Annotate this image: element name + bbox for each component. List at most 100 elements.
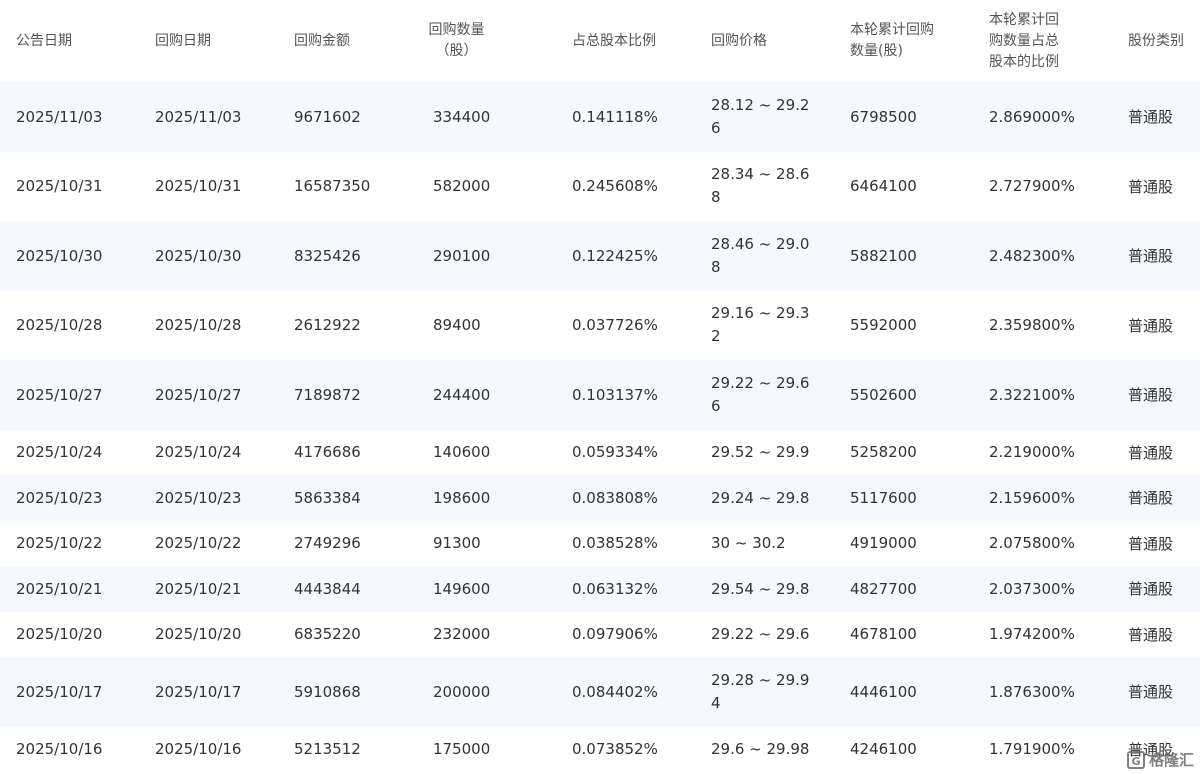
watermark-logo-icon: G xyxy=(1126,750,1145,769)
cell-share-type: 普通股 xyxy=(1128,683,1174,702)
col-header-price[interactable]: 回购价格 xyxy=(695,0,834,82)
cell-cumulative-qty: 4246100 xyxy=(850,740,917,759)
cell-quantity: 244400 xyxy=(433,385,491,404)
cell-announce-date: 2025/10/24 xyxy=(16,443,103,462)
cell-amount: 7189872 xyxy=(294,385,361,404)
cell-amount: 4443844 xyxy=(294,579,361,598)
cell-ratio: 0.038528% xyxy=(572,534,658,553)
cell-amount: 5213512 xyxy=(294,740,361,759)
cell-share-type: 普通股 xyxy=(1128,247,1174,266)
cell-ratio: 0.122425% xyxy=(572,246,658,265)
cell-buyback-date: 2025/10/28 xyxy=(155,316,242,335)
cell-share-type: 普通股 xyxy=(1128,489,1174,508)
cell-cumulative-ratio: 2.037300% xyxy=(989,579,1075,598)
cell-price: 28.46 ~ 29.08 xyxy=(711,234,810,276)
table-row: 2025/10/21 2025/10/21 4443844 149600 0.0… xyxy=(0,566,1200,612)
cell-ratio: 0.084402% xyxy=(572,682,658,701)
cell-announce-date: 2025/10/31 xyxy=(16,177,103,196)
cell-cumulative-ratio: 2.359800% xyxy=(989,316,1075,335)
table-row: 2025/11/03 2025/11/03 9671602 334400 0.1… xyxy=(0,82,1200,152)
watermark-text: 格隆汇 xyxy=(1148,751,1194,769)
cell-cumulative-qty: 5117600 xyxy=(850,488,917,507)
cell-price: 29.16 ~ 29.32 xyxy=(711,304,810,346)
cell-cumulative-qty: 5502600 xyxy=(850,385,917,404)
table-row: 2025/10/24 2025/10/24 4176686 140600 0.0… xyxy=(0,429,1200,475)
cell-cumulative-qty: 6798500 xyxy=(850,107,917,126)
cell-quantity: 232000 xyxy=(433,625,491,644)
cell-cumulative-ratio: 2.322100% xyxy=(989,385,1075,404)
col-header-buyback-date[interactable]: 回购日期 xyxy=(139,0,278,82)
cell-cumulative-qty: 4827700 xyxy=(850,579,917,598)
cell-price: 29.22 ~ 29.66 xyxy=(711,373,810,415)
cell-announce-date: 2025/10/17 xyxy=(16,682,103,701)
cell-ratio: 0.073852% xyxy=(572,740,658,759)
cell-ratio: 0.245608% xyxy=(572,177,658,196)
cell-announce-date: 2025/10/20 xyxy=(16,625,103,644)
table-body: 2025/11/03 2025/11/03 9671602 334400 0.1… xyxy=(0,82,1200,772)
cell-announce-date: 2025/10/27 xyxy=(16,385,103,404)
cell-amount: 9671602 xyxy=(294,107,361,126)
cell-amount: 16587350 xyxy=(294,177,371,196)
cell-share-type: 普通股 xyxy=(1128,177,1174,196)
cell-announce-date: 2025/10/28 xyxy=(16,316,103,335)
cell-ratio: 0.097906% xyxy=(572,625,658,644)
cell-announce-date: 2025/10/30 xyxy=(16,246,103,265)
cell-amount: 4176686 xyxy=(294,443,361,462)
col-header-amount[interactable]: 回购金额 xyxy=(278,0,417,82)
cell-quantity: 140600 xyxy=(433,443,491,462)
cell-share-type: 普通股 xyxy=(1128,534,1174,553)
col-header-quantity[interactable]: 回购数量（股） xyxy=(417,0,556,82)
cell-price: 29.6 ~ 29.98 xyxy=(711,740,810,759)
col-header-cumulative-qty[interactable]: 本轮累计回购数量(股) xyxy=(834,0,973,82)
table-row: 2025/10/20 2025/10/20 6835220 232000 0.0… xyxy=(0,611,1200,657)
watermark: G 格隆汇 xyxy=(1126,749,1194,770)
cell-cumulative-qty: 5258200 xyxy=(850,443,917,462)
cell-ratio: 0.103137% xyxy=(572,385,658,404)
cell-buyback-date: 2025/10/30 xyxy=(155,246,242,265)
cell-buyback-date: 2025/10/22 xyxy=(155,534,242,553)
cell-cumulative-ratio: 2.482300% xyxy=(989,246,1075,265)
cell-announce-date: 2025/10/16 xyxy=(16,740,103,759)
cell-share-type: 普通股 xyxy=(1128,108,1174,127)
cell-amount: 2749296 xyxy=(294,534,361,553)
cell-quantity: 198600 xyxy=(433,488,491,507)
cell-price: 29.52 ~ 29.9 xyxy=(711,443,810,462)
cell-price: 28.34 ~ 28.68 xyxy=(711,165,810,207)
cell-share-type: 普通股 xyxy=(1128,386,1174,405)
cell-announce-date: 2025/11/03 xyxy=(16,107,103,126)
buyback-table: 公告日期 回购日期 回购金额 回购数量（股） 占总股本比例 回购价格 本轮累计回… xyxy=(0,0,1200,772)
col-header-announce-date[interactable]: 公告日期 xyxy=(0,0,139,82)
cell-price: 30 ~ 30.2 xyxy=(711,534,786,553)
header-row: 公告日期 回购日期 回购金额 回购数量（股） 占总股本比例 回购价格 本轮累计回… xyxy=(0,0,1200,82)
cell-buyback-date: 2025/11/03 xyxy=(155,107,242,126)
cell-price: 29.54 ~ 29.8 xyxy=(711,579,810,598)
cell-amount: 5910868 xyxy=(294,682,361,701)
table-row: 2025/10/22 2025/10/22 2749296 91300 0.03… xyxy=(0,520,1200,566)
cell-buyback-date: 2025/10/24 xyxy=(155,443,242,462)
cell-ratio: 0.063132% xyxy=(572,579,658,598)
col-header-share-type[interactable]: 股份类别 xyxy=(1112,0,1200,82)
table-row: 2025/10/16 2025/10/16 5213512 175000 0.0… xyxy=(0,726,1200,772)
cell-amount: 5863384 xyxy=(294,488,361,507)
cell-quantity: 149600 xyxy=(433,579,491,598)
cell-cumulative-ratio: 2.075800% xyxy=(989,534,1075,553)
col-header-ratio[interactable]: 占总股本比例 xyxy=(556,0,695,82)
table-row: 2025/10/28 2025/10/28 2612922 89400 0.03… xyxy=(0,290,1200,360)
cell-price: 29.22 ~ 29.6 xyxy=(711,625,810,644)
cell-quantity: 334400 xyxy=(433,107,491,126)
cell-quantity: 290100 xyxy=(433,246,491,265)
table-row: 2025/10/30 2025/10/30 8325426 290100 0.1… xyxy=(0,221,1200,291)
cell-buyback-date: 2025/10/21 xyxy=(155,579,242,598)
cell-cumulative-ratio: 1.974200% xyxy=(989,625,1075,644)
cell-buyback-date: 2025/10/17 xyxy=(155,682,242,701)
cell-ratio: 0.037726% xyxy=(572,316,658,335)
cell-share-type: 普通股 xyxy=(1128,580,1174,599)
cell-cumulative-ratio: 2.869000% xyxy=(989,107,1075,126)
col-header-cumulative-ratio[interactable]: 本轮累计回购数量占总股本的比例 xyxy=(973,0,1112,82)
cell-cumulative-qty: 5592000 xyxy=(850,316,917,335)
cell-price: 29.24 ~ 29.8 xyxy=(711,488,810,507)
cell-quantity: 200000 xyxy=(433,682,491,701)
table-row: 2025/10/23 2025/10/23 5863384 198600 0.0… xyxy=(0,475,1200,521)
cell-buyback-date: 2025/10/23 xyxy=(155,488,242,507)
cell-buyback-date: 2025/10/31 xyxy=(155,177,242,196)
